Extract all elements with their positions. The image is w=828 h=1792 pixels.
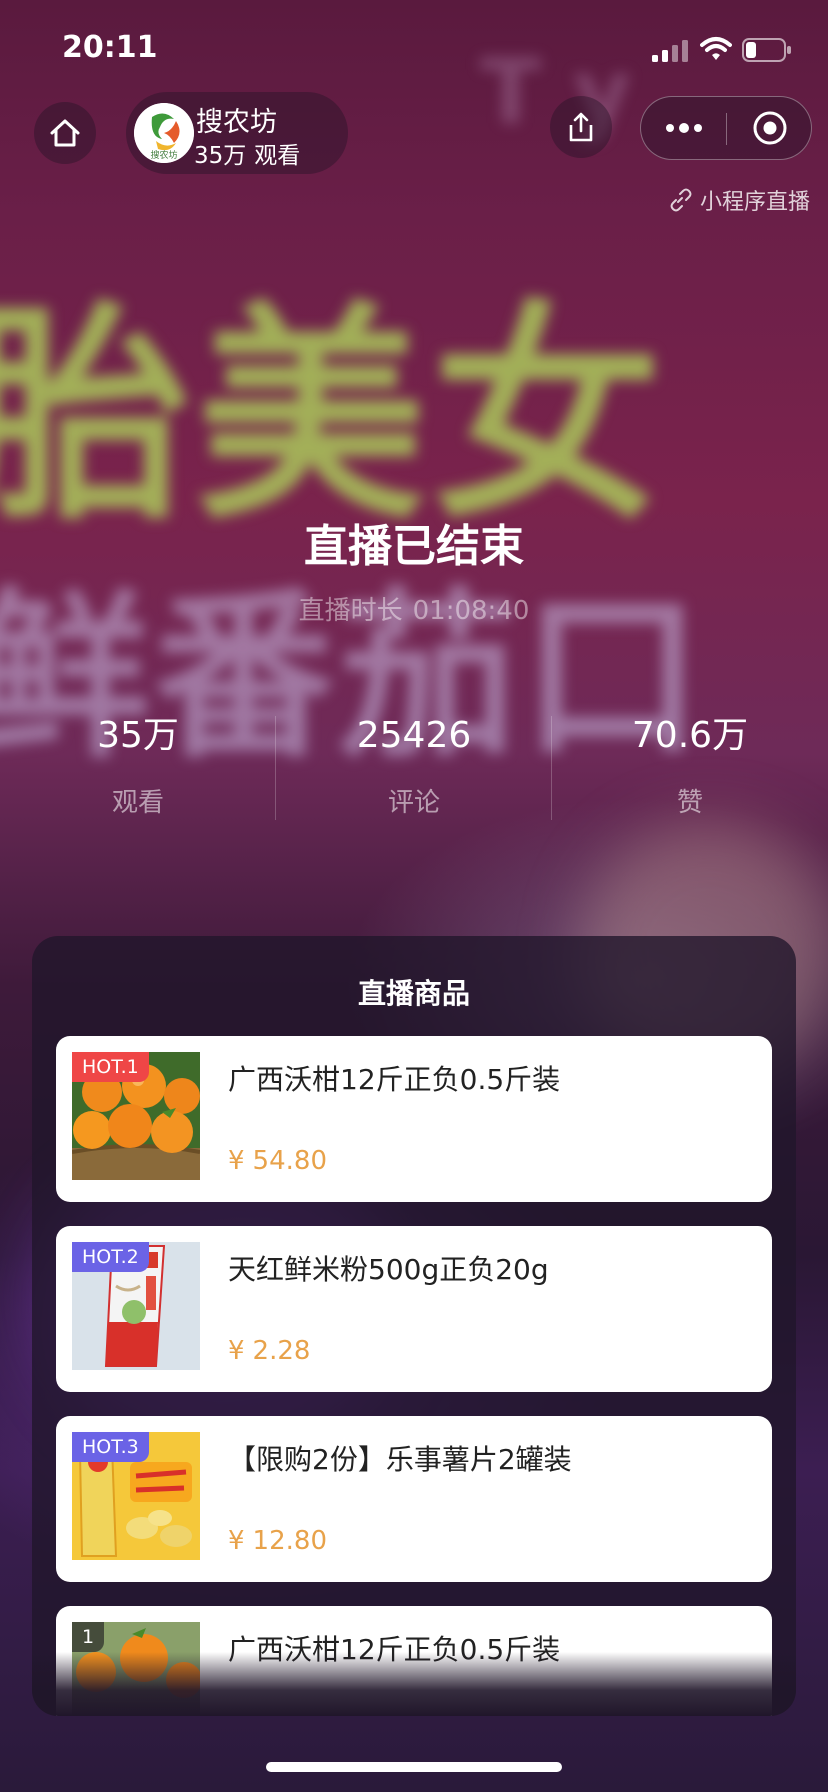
- product-title: 天红鲜米粉500g正负20g: [228, 1253, 549, 1286]
- battery-icon: [742, 38, 791, 62]
- link-icon: [670, 188, 692, 212]
- anchor-name: 搜农坊: [196, 107, 277, 138]
- anchor-view-label: 观看: [254, 143, 301, 169]
- price-currency: ¥: [228, 1336, 245, 1366]
- share-icon: [569, 112, 593, 142]
- live-duration-row: 直播时长 01:08:40: [0, 590, 828, 627]
- home-icon: [50, 119, 80, 147]
- more-button[interactable]: [641, 97, 726, 159]
- rank-badge: 1: [72, 1622, 105, 1652]
- product-card[interactable]: HOT.1 广西沃柑12斤正负0.5斤装 ¥54.80: [56, 1036, 772, 1202]
- more-dots-icon: [665, 123, 702, 133]
- mini-program-live-tag: 小程序直播: [640, 182, 810, 218]
- home-indicator[interactable]: [266, 1762, 562, 1772]
- live-ended-screen: T y 胎美女 鲜番茄口 20:11 搜农坊 搜农坊 35万 观看 小程序直播 …: [0, 0, 828, 1792]
- product-title: 【限购2份】乐事薯片2罐装: [228, 1443, 572, 1476]
- stat-comments: 25426 评论: [276, 712, 552, 822]
- stat-value: 35万: [97, 715, 179, 756]
- product-price: ¥54.80: [228, 1146, 327, 1176]
- price-currency: ¥: [228, 1146, 245, 1176]
- stat-value: 25426: [356, 715, 472, 756]
- share-button[interactable]: [550, 96, 612, 158]
- anchor-view-count-row: 35万 观看: [194, 136, 308, 170]
- stat-label: 观看: [111, 788, 164, 818]
- wifi-icon: [700, 37, 732, 60]
- product-image-potato-chips[interactable]: HOT.3: [72, 1432, 200, 1560]
- live-ended-title: 直播已结束: [304, 521, 524, 572]
- stat-likes: 70.6万 赞: [552, 712, 828, 822]
- brand-logo: 搜农坊: [134, 103, 194, 163]
- stat-views: 35万 观看: [0, 712, 276, 822]
- mini-program-live-label: 小程序直播: [699, 190, 810, 215]
- status-time: 20:11: [62, 30, 158, 65]
- price-value: 12.80: [252, 1526, 327, 1556]
- home-button[interactable]: [34, 102, 96, 164]
- product-image-oranges[interactable]: HOT.1: [72, 1052, 200, 1180]
- price-value: 54.80: [252, 1146, 327, 1176]
- product-price: ¥12.80: [228, 1526, 327, 1556]
- stat-label: 赞: [676, 788, 703, 818]
- hot-rank-badge: HOT.3: [72, 1432, 149, 1462]
- live-products-panel: 直播商品 HOT.1 广西沃柑12斤正负0.5斤装 ¥ 54.80 HOT.2 …: [32, 936, 796, 1716]
- mini-program-capsule: [640, 96, 812, 160]
- panel-bottom-fade: [32, 1652, 796, 1716]
- price-value: 2.28: [252, 1336, 311, 1366]
- anchor-view-count: 35万: [194, 143, 247, 169]
- signal-icon: [652, 40, 688, 62]
- logo-text: 搜农坊: [150, 149, 177, 161]
- live-duration-value: 01:08:40: [412, 596, 530, 626]
- stat-label: 评论: [387, 788, 440, 818]
- price-currency: ¥: [228, 1526, 245, 1556]
- stat-value: 70.6万: [631, 715, 749, 756]
- hot-rank-badge: HOT.2: [72, 1242, 149, 1272]
- status-bar: 20:11: [0, 0, 828, 100]
- product-image-rice-noodle[interactable]: HOT.2: [72, 1242, 200, 1370]
- product-price: ¥2.28: [228, 1336, 310, 1366]
- product-card[interactable]: HOT.3 【限购2份】乐事薯片2罐装 ¥12.80: [56, 1416, 772, 1582]
- product-title: 广西沃柑12斤正负0.5斤装: [228, 1063, 561, 1096]
- live-duration-label: 直播时长: [298, 596, 403, 626]
- close-button[interactable]: [727, 97, 812, 159]
- product-card[interactable]: HOT.2 天红鲜米粉500g正负20g ¥2.28: [56, 1226, 772, 1392]
- anchor-info-pill[interactable]: 搜农坊 搜农坊 35万 观看: [126, 92, 348, 174]
- hot-rank-badge: HOT.1: [72, 1052, 149, 1082]
- close-target-icon: [753, 111, 786, 145]
- avatar[interactable]: 搜农坊: [134, 103, 194, 163]
- live-stats: 35万 观看 25426 评论 70.6万 赞: [0, 712, 828, 822]
- products-panel-title: 直播商品: [357, 977, 470, 1010]
